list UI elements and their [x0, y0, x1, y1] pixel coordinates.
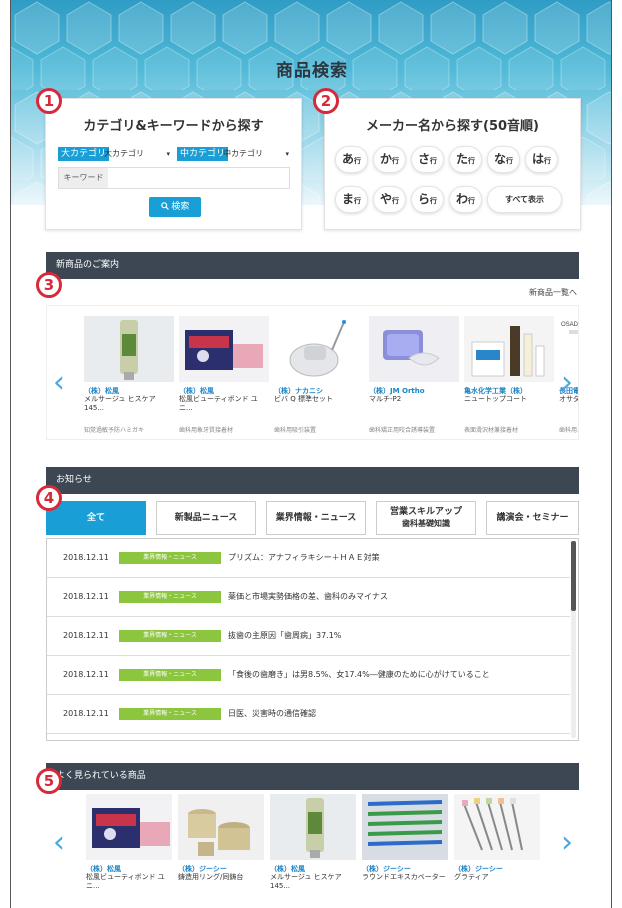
search-button[interactable]: 検索: [149, 197, 201, 217]
kana-button-5[interactable]: な行: [487, 146, 520, 173]
chevron-down-icon: ▾: [285, 150, 289, 158]
search-icon: [160, 202, 169, 210]
product-category: 歯科用ユニ: [559, 427, 578, 434]
product-name: グラティア: [454, 873, 489, 881]
news-tag: 業界情報・ニュース: [119, 630, 221, 642]
kana-button-3[interactable]: さ行: [411, 146, 444, 173]
news-row[interactable]: 2018.12.11 業界情報・ニュース 日医、災害時の通信確認: [47, 695, 570, 734]
tab-4[interactable]: 営業スキルアップ 歯科基礎知識: [376, 501, 476, 535]
middle-category-label: 中カテゴリ: [177, 147, 229, 161]
product-name: 鋳造用リング/同鋳台: [178, 873, 244, 881]
category-search-card: カテゴリ&キーワードから探す 大カテゴリ 大カテゴリ ▾ 中カテゴリ 中カテゴリ…: [45, 98, 302, 230]
major-category-label: 大カテゴリ: [58, 147, 110, 161]
tab-3[interactable]: 業界情報・ニュース: [266, 501, 366, 535]
news-scrollbar[interactable]: [571, 541, 576, 611]
step-badge-1: 1: [36, 88, 62, 114]
product-name: メルサージュ ヒスケア 145...: [84, 395, 156, 412]
notices-tabs: 全て 新製品ニュース 業界情報・ニュース 営業スキルアップ 歯科基礎知識 講演会・セミナー: [46, 501, 579, 535]
step-badge-2: 2: [313, 88, 339, 114]
product-name: マルチ-P2: [369, 395, 402, 403]
news-row[interactable]: 2018.12.11 業界情報・ニュース 抜歯の主原因「歯周病」37.1%: [47, 617, 570, 656]
keyword-field[interactable]: キーワード: [58, 167, 290, 189]
news-headline[interactable]: プリズム：アナフィラキシー＋ＨＡＥ対策: [228, 552, 380, 563]
product-category: 知覚過敏予防ハミガキ: [84, 427, 145, 434]
notices-header: お知らせ: [46, 467, 579, 494]
category-search-title: カテゴリ&キーワードから探す: [83, 119, 264, 134]
product-image: [274, 316, 364, 382]
news-tag: 業界情報・ニュース: [119, 552, 221, 564]
news-headline[interactable]: 薬価と市場実勢価格の差、歯科のみマイナス: [228, 591, 388, 602]
svg-text:OSADA Pe: OSADA Pe: [561, 322, 579, 328]
news-tag: 業界情報・ニュース: [119, 708, 221, 720]
maker-search-card: メーカー名から探す(50音順) あ行 か行 さ行 た行 な行 は行ま行 や行 ら行 わ行 すべて表…: [324, 98, 581, 230]
tab-5[interactable]: 講演会・セミナー: [486, 501, 579, 535]
kana-button-2[interactable]: か行: [373, 146, 406, 173]
kana-button-6[interactable]: は行: [525, 146, 558, 173]
product-category: 歯科用吸引装置: [274, 427, 317, 434]
news-headline[interactable]: 「食後の歯磨き」は男8.5%、女17.4%―健康のために心がけていること: [228, 669, 490, 680]
product-image: [86, 794, 172, 860]
kana-button-7[interactable]: ま行: [335, 186, 368, 213]
news-date: 2018.12.11: [63, 631, 109, 640]
product-name: ラウンドエキスカベーター: [362, 873, 446, 881]
popular-carousel: （株）松風 松風ビューティボンド ユ ニ... （株）ジーシー 鋳造用リング/同鋳台（…: [86, 794, 546, 899]
step-badge-4: 4: [36, 485, 62, 511]
step-badge-5: 5: [36, 768, 62, 794]
new-products-more-link[interactable]: 新商品一覧へ: [529, 287, 577, 298]
product-image: [270, 794, 356, 860]
show-all-makers-button[interactable]: すべて表示: [487, 186, 562, 213]
kana-button-8[interactable]: や行: [373, 186, 406, 213]
news-date: 2018.12.11: [63, 709, 109, 718]
news-tag: 業界情報・ニュース: [119, 591, 221, 603]
product-name: 松風ビューティボンド ユ ニ...: [86, 873, 165, 890]
popular-prev-arrow[interactable]: ‹: [53, 828, 65, 858]
news-headline[interactable]: 日医、災害時の通信確認: [228, 708, 316, 719]
product-image: [464, 316, 554, 382]
product-name: 松風ビューティボンド ユ ニ...: [179, 395, 258, 412]
product-image: [369, 316, 459, 382]
product-name: メルサージュ ヒスケア 145...: [270, 873, 342, 890]
kana-button-1[interactable]: あ行: [335, 146, 368, 173]
product-category: 歯科用象牙質接着材: [179, 427, 234, 434]
chevron-down-icon: ▾: [166, 150, 170, 158]
tab-2[interactable]: 新製品ニュース: [156, 501, 256, 535]
page-title: 商品検索: [276, 61, 348, 81]
news-tag: 業界情報・ニュース: [119, 669, 221, 681]
news-date: 2018.12.11: [63, 670, 109, 679]
maker-search-title: メーカー名から探す(50音順): [366, 119, 539, 134]
new-products-next-arrow[interactable]: ›: [561, 368, 573, 398]
new-products-carousel: （株）松風 メルサージュ ヒスケア 145... 知覚過敏予防ハミガキ （株）松風 松風…: [46, 305, 579, 440]
notices-list: 2018.12.11 業界情報・ニュース プリズム：アナフィラキシー＋ＨＡＥ対策 20…: [46, 538, 579, 741]
news-row[interactable]: 2018.12.11 業界情報・ニュース 「食後の歯磨き」は男8.5%、女17.4%…: [47, 656, 570, 695]
product-image: [84, 316, 174, 382]
popular-header: よく見られている商品: [46, 763, 579, 790]
product-category: 歯科矯正用咬合誘導装置: [369, 427, 436, 434]
kana-button-9[interactable]: ら行: [411, 186, 444, 213]
new-products-header: 新商品のご案内: [46, 252, 579, 279]
page-frame: 商品検索 カテゴリ&キーワードから探す 大カテゴリ 大カテゴリ ▾ 中カテゴリ …: [10, 0, 612, 908]
product-image: [179, 316, 269, 382]
kana-button-4[interactable]: た行: [449, 146, 482, 173]
keyword-label: キーワード: [59, 168, 108, 188]
new-products-prev-arrow[interactable]: ‹: [53, 368, 65, 398]
step-badge-3: 3: [36, 272, 62, 298]
news-row[interactable]: 2018.12.11 業界情報・ニュース 薬価と市場実勢価格の差、歯科のみマイナス: [47, 578, 570, 617]
product-name: ビバ Q 標準セット: [274, 395, 333, 403]
middle-category-select[interactable]: 中カテゴリ ▾: [223, 147, 289, 161]
tab-1[interactable]: 全て: [46, 501, 146, 535]
product-image: [178, 794, 264, 860]
product-image: [362, 794, 448, 860]
product-name: ニュートップコート: [464, 395, 527, 403]
news-date: 2018.12.11: [63, 592, 109, 601]
kana-button-10[interactable]: わ行: [449, 186, 482, 213]
product-category: 表面滑沢材兼接着材: [464, 427, 519, 434]
popular-next-arrow[interactable]: ›: [561, 828, 573, 858]
news-row[interactable]: 2018.12.11 業界情報・ニュース プリズム：アナフィラキシー＋ＨＡＥ対策: [47, 539, 570, 578]
major-category-select[interactable]: 大カテゴリ ▾: [104, 147, 170, 161]
news-date: 2018.12.11: [63, 553, 109, 562]
news-headline[interactable]: 抜歯の主原因「歯周病」37.1%: [228, 630, 341, 641]
product-image: [454, 794, 540, 860]
